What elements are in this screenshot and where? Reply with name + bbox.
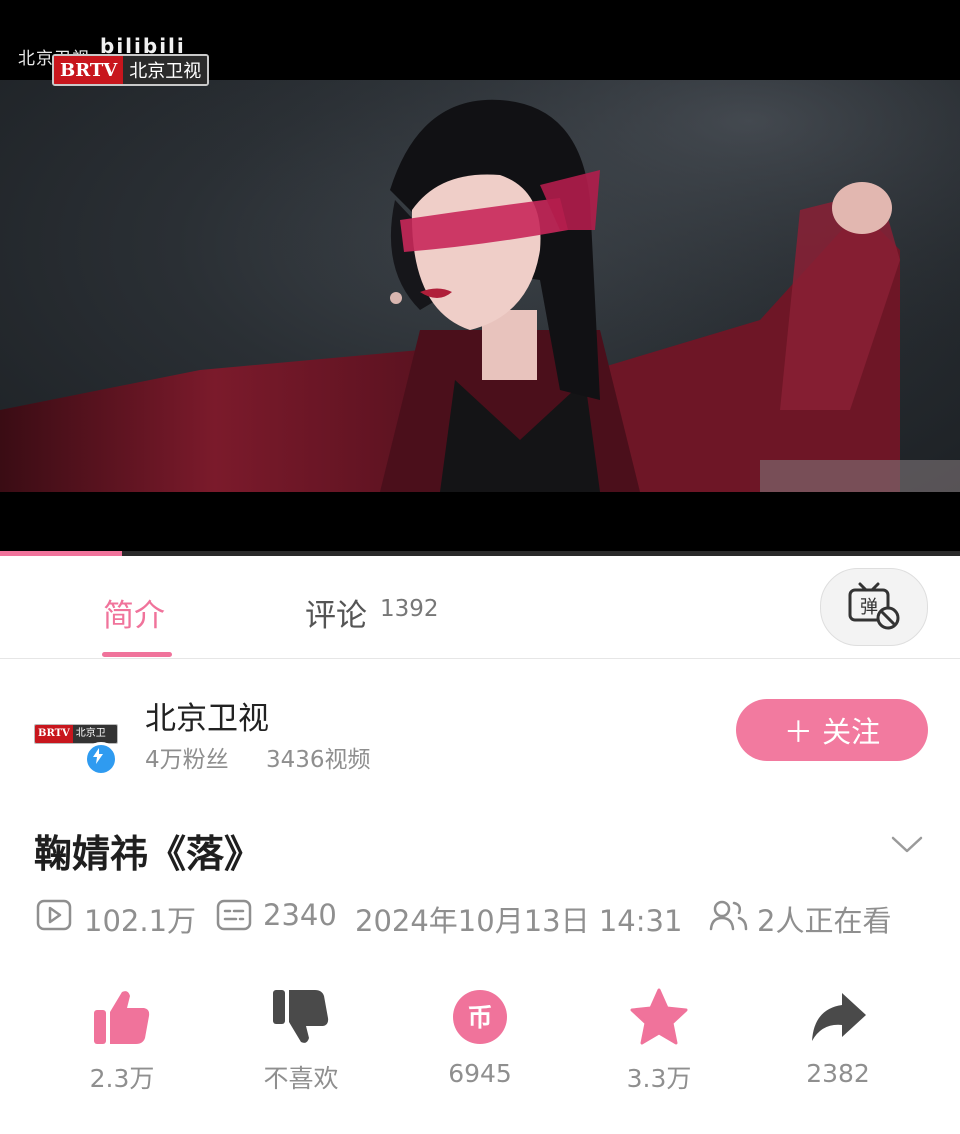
watching-count: 2人正在看 bbox=[757, 904, 892, 938]
tab-intro[interactable]: 简介 bbox=[103, 590, 165, 635]
dislike-label: 不喜欢 bbox=[263, 1064, 339, 1093]
favorite-button[interactable]: 3.3万 bbox=[599, 985, 719, 1095]
avatar-logo-latin: BRTV bbox=[35, 725, 73, 743]
thumbs-down-icon bbox=[273, 990, 329, 1043]
coin-glyph: 币 bbox=[467, 1003, 492, 1032]
video-frame[interactable] bbox=[0, 80, 960, 492]
like-button[interactable]: 2.3万 bbox=[62, 985, 182, 1095]
like-count: 2.3万 bbox=[89, 1064, 155, 1093]
share-count: 2382 bbox=[806, 1059, 870, 1088]
chevron-down-icon[interactable] bbox=[890, 834, 924, 856]
uploader-videos: 3436视频 bbox=[266, 747, 371, 773]
performer-image bbox=[0, 80, 960, 492]
dislike-button[interactable]: 不喜欢 bbox=[241, 985, 361, 1095]
video-title: 鞠婧祎《落》 bbox=[34, 832, 263, 876]
coin-count: 6945 bbox=[448, 1059, 512, 1088]
publish-time: 2024年10月13日 14:31 bbox=[355, 904, 683, 938]
video-player[interactable]: 北京卫视 bilibili BRTV 北京卫视 bbox=[0, 0, 960, 556]
share-icon bbox=[812, 993, 866, 1041]
play-count-icon bbox=[36, 899, 72, 931]
uploader-avatar[interactable]: BRTV 北京卫视 bbox=[30, 708, 118, 778]
coin-icon: 币 bbox=[453, 990, 507, 1044]
danmaku-toggle-button[interactable]: 弹 bbox=[820, 568, 928, 646]
view-count: 102.1万 bbox=[84, 904, 197, 938]
uploader-fans: 4万粉丝 bbox=[145, 747, 229, 773]
danmaku-count-icon bbox=[216, 899, 252, 931]
verified-badge-icon bbox=[84, 742, 118, 776]
station-logo: BRTV 北京卫视 bbox=[52, 54, 210, 86]
station-logo-latin: BRTV bbox=[54, 56, 124, 84]
star-icon bbox=[630, 988, 688, 1045]
uploader-name[interactable]: 北京卫视 bbox=[145, 693, 269, 738]
coin-button[interactable]: 币 6945 bbox=[420, 985, 540, 1088]
tab-comments[interactable]: 评论 bbox=[305, 590, 367, 635]
avatar-logo-cn: 北京卫视 bbox=[72, 725, 117, 743]
danmaku-glyph: 弹 bbox=[860, 597, 878, 618]
danmaku-off-icon: 弹 bbox=[848, 582, 900, 630]
watching-users-icon bbox=[709, 900, 748, 931]
thumbs-up-icon bbox=[94, 991, 150, 1044]
station-logo-cn: 北京卫视 bbox=[123, 56, 208, 84]
favorite-count: 3.3万 bbox=[626, 1064, 692, 1093]
tab-bar: 简介 评论 1392 弹 bbox=[0, 556, 960, 659]
avatar-station-logo: BRTV 北京卫视 bbox=[34, 724, 118, 744]
share-button[interactable]: 2382 bbox=[778, 985, 898, 1088]
follow-button[interactable]: ＋ 关注 bbox=[736, 699, 928, 761]
comments-count: 1392 bbox=[380, 596, 439, 622]
tab-active-indicator bbox=[102, 652, 172, 657]
danmaku-count: 2340 bbox=[263, 898, 337, 932]
